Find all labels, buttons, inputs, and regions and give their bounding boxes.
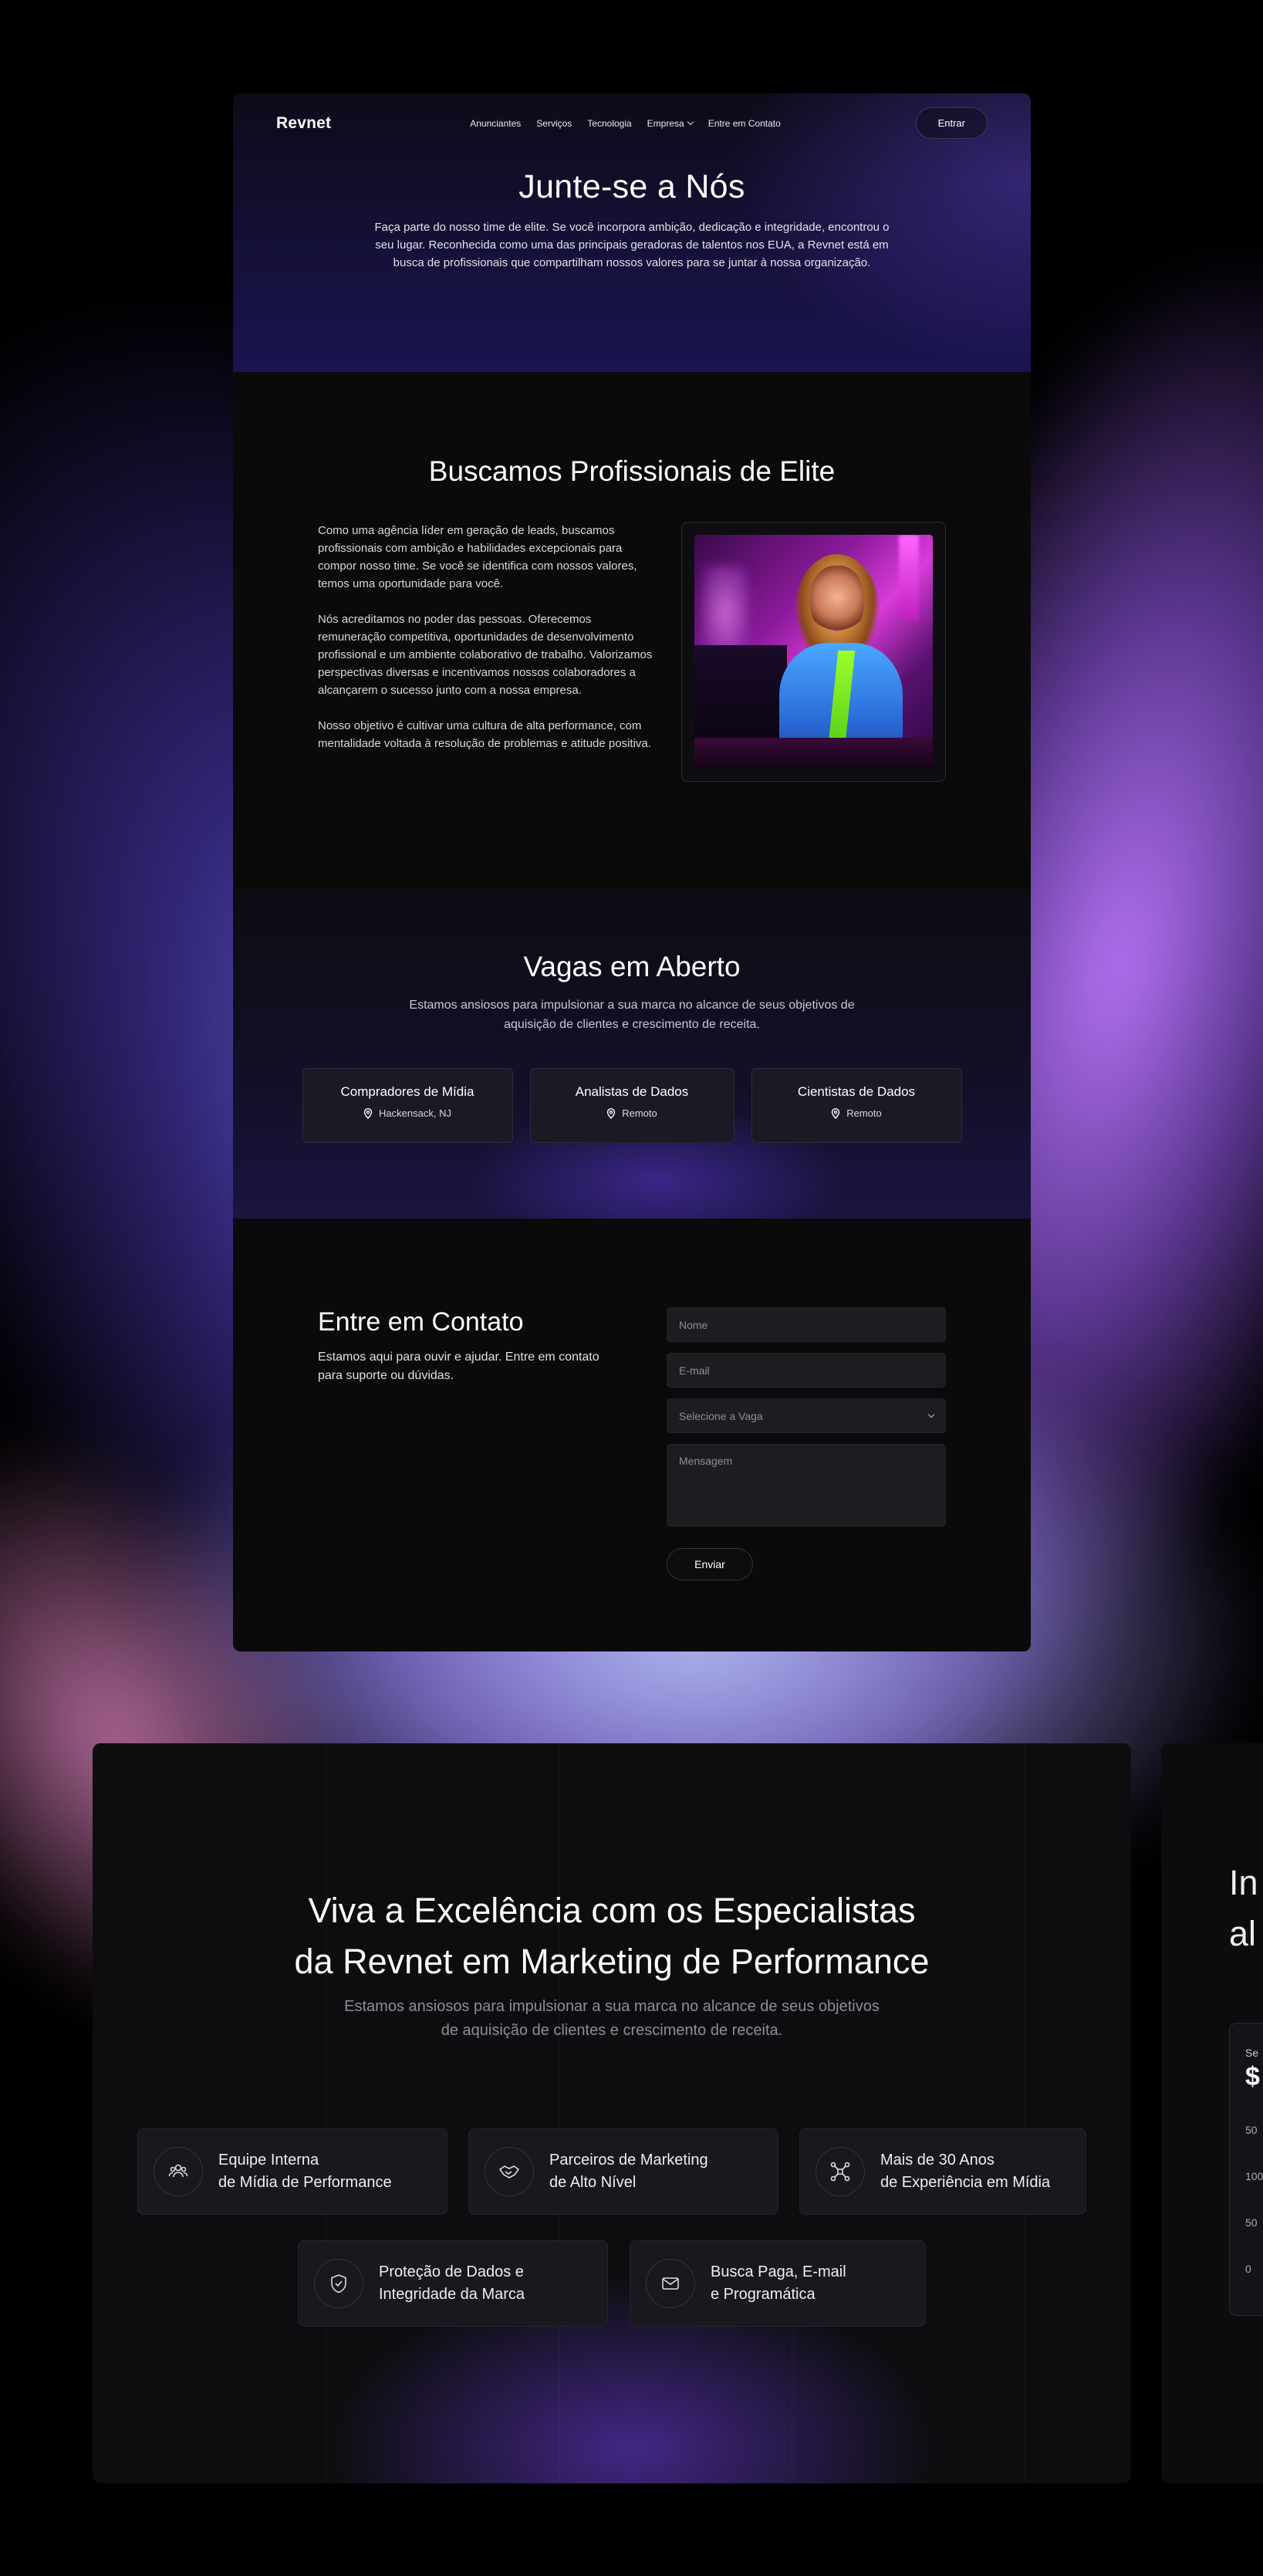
name-field[interactable]: Nome [667,1307,946,1342]
job-card[interactable]: Analistas de Dados Remoto [529,1068,734,1143]
axis-tick: 50 [1245,2124,1258,2136]
contact-title: Entre em Contato [318,1307,524,1337]
job-select-value: Selecione a Vaga [679,1409,763,1422]
nav-menu: Anunciantes Serviços Tecnologia Empresa … [470,118,781,129]
feature-card: Proteção de Dados e Integridade da Marca [298,2240,608,2327]
axis-tick: 100 [1245,2170,1263,2182]
logo[interactable]: Revnet [276,114,331,133]
next-card-title: In al [1229,1858,1258,1959]
stats-label: Se [1245,2047,1259,2059]
axis-tick: 50 [1245,2216,1258,2229]
elite-paragraph: Nosso objetivo é cultivar uma cultura de… [318,719,651,750]
location-pin-icon [607,1107,616,1119]
stats-panel: Se $ 50 100 50 0 [1229,2023,1263,2316]
photo-frame [680,522,946,782]
nav-item-anunciantes[interactable]: Anunciantes [470,118,521,129]
elite-paragraph: Como uma agência líder em geração de lea… [318,524,637,590]
job-title: Analistas de Dados [575,1084,689,1099]
message-field[interactable]: Mensagem [667,1444,946,1526]
feature-card: Equipe Interna de Mídia de Performance [137,2128,447,2215]
woman-at-computer-image [694,535,933,769]
jobs-section: Vagas em Aberto Estamos ansiosos para im… [233,889,1031,1219]
contact-form: Nome E-mail Selecione a Vaga Mensagem En… [667,1307,946,1651]
nav-item-tecnologia[interactable]: Tecnologia [587,118,631,129]
excellence-card: Viva a Excelência com os Especialistas d… [93,1743,1131,2483]
job-location: Remoto [846,1107,882,1119]
elite-paragraph: Nós acreditamos no poder das pessoas. Of… [318,613,653,697]
chevron-down-icon [687,118,694,126]
jobs-list: Compradores de Mídia Hackensack, NJ Anal… [233,1068,1031,1143]
job-card[interactable]: Compradores de Mídia Hackensack, NJ [302,1068,513,1143]
mail-icon [646,2259,695,2308]
elite-section: Buscamos Profissionais de Elite Como uma… [233,372,1031,889]
feature-card: Mais de 30 Anos de Experiência em Mídia [799,2128,1086,2215]
careers-page-card: Revnet Anunciantes Serviços Tecnologia E… [233,93,1031,1651]
contact-description: Estamos aqui para ouvir e ajudar. Entre … [318,1351,599,1382]
next-card-preview: In al Se $ 50 100 50 0 [1161,1743,1263,2483]
hero-description: Faça parte do nosso time de elite. Se vo… [374,221,890,269]
nav-item-empresa[interactable]: Empresa [647,118,694,129]
next-card-title-line: In [1229,1863,1258,1902]
feature-card: Parceiros de Marketing de Alto Nível [468,2128,778,2215]
nav-item-contato[interactable]: Entre em Contato [708,118,781,129]
job-location: Remoto [622,1107,657,1119]
chevron-down-icon [927,1411,935,1418]
jobs-title: Vagas em Aberto [523,951,741,982]
feature-card: Busca Paga, E-mail e Programática [630,2240,926,2327]
location-pin-icon [363,1107,373,1119]
excellence-title-line: da Revnet em Marketing de Performance [294,1942,930,1981]
feature-text: Parceiros de Marketing de Alto Nível [549,2152,708,2191]
feature-text: Mais de 30 Anos de Experiência em Mídia [880,2152,1051,2191]
location-pin-icon [832,1107,840,1119]
email-field[interactable]: E-mail [667,1353,946,1388]
next-card-title-line: al [1229,1914,1257,1953]
job-title: Cientistas de Dados [797,1084,916,1099]
excellence-subtitle: Estamos ansiosos para impulsionar a sua … [344,1998,880,2039]
login-button[interactable]: Entrar [915,107,988,139]
jobs-subtitle: Estamos ansiosos para impulsionar a sua … [409,999,855,1031]
excellence-title-line: Viva a Excelência com os Especialistas [308,1891,916,1930]
shield-icon [314,2259,363,2308]
excellence-title: Viva a Excelência com os Especialistas d… [93,1885,1131,1987]
submit-button[interactable]: Enviar [667,1548,753,1580]
team-icon [154,2147,203,2196]
network-icon [816,2147,865,2196]
feature-text: Equipe Interna de Mídia de Performance [218,2152,392,2191]
axis-tick: 0 [1245,2263,1251,2275]
job-location: Hackensack, NJ [379,1107,451,1119]
page-title: Junte-se a Nós [518,168,745,205]
hero-section: Revnet Anunciantes Serviços Tecnologia E… [233,93,1031,372]
stats-value: $ [1245,2062,1260,2091]
top-nav: Revnet Anunciantes Serviços Tecnologia E… [233,93,1031,153]
feature-text: Proteção de Dados e Integridade da Marca [379,2263,525,2303]
nav-item-servicos[interactable]: Serviços [536,118,572,129]
contact-section: Entre em Contato Estamos aqui para ouvir… [233,1219,1031,1651]
job-title: Compradores de Mídia [340,1084,474,1099]
handshake-icon [485,2147,534,2196]
job-card[interactable]: Cientistas de Dados Remoto [751,1068,962,1143]
elite-title: Buscamos Profissionais de Elite [428,455,836,487]
feature-text: Busca Paga, E-mail e Programática [711,2263,846,2303]
elite-text: Como uma agência líder em geração de lea… [318,522,654,782]
job-select[interactable]: Selecione a Vaga [667,1398,946,1433]
